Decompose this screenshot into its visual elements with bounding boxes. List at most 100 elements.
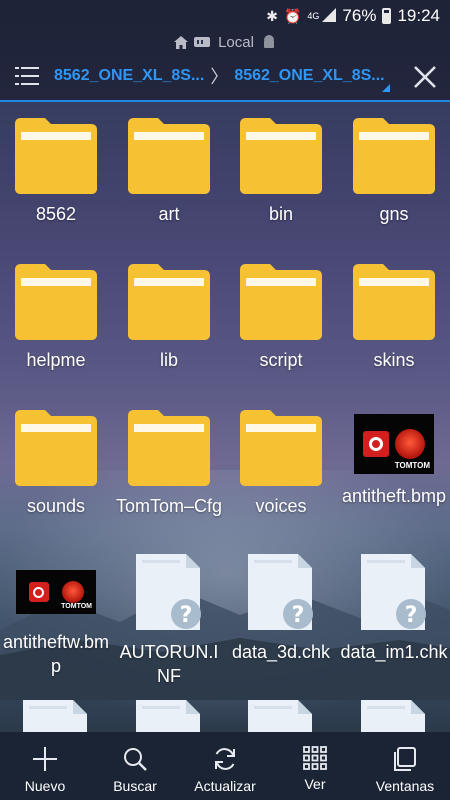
folder-item[interactable]: sounds bbox=[0, 396, 112, 542]
power-icon bbox=[363, 431, 389, 457]
folder-icon bbox=[15, 264, 97, 340]
file-item[interactable]: ? data_im1.chk bbox=[338, 542, 450, 688]
folder-icon bbox=[128, 264, 210, 340]
folder-icon bbox=[240, 118, 322, 194]
close-icon bbox=[414, 66, 436, 88]
file-item[interactable] bbox=[0, 688, 112, 732]
alarm-icon: ⏰ bbox=[283, 7, 302, 24]
folder-icon bbox=[240, 264, 322, 340]
network-type: 4G bbox=[307, 10, 320, 21]
local-storage-icon bbox=[194, 36, 211, 48]
file-name: bin bbox=[268, 204, 294, 224]
menu-button[interactable] bbox=[0, 51, 54, 101]
path-segment-current[interactable]: 8562_ONE_XL_8S... bbox=[234, 67, 388, 85]
file-item[interactable]: ? data_3d.chk bbox=[225, 542, 337, 688]
file-item[interactable] bbox=[225, 688, 337, 732]
file-name: antitheft.bmp bbox=[341, 486, 447, 506]
search-icon bbox=[124, 748, 147, 771]
windows-label: Ventanas bbox=[375, 778, 435, 794]
unknown-file-icon bbox=[136, 700, 200, 732]
hamburger-icon bbox=[15, 67, 39, 85]
tomtom-hand-icon bbox=[395, 429, 425, 459]
brand-text: TOMTOM bbox=[394, 461, 430, 470]
folder-icon bbox=[128, 118, 210, 194]
svg-text:?: ? bbox=[180, 603, 193, 628]
location-bar: Local bbox=[0, 32, 450, 52]
new-label: Nuevo bbox=[24, 778, 66, 794]
power-icon bbox=[28, 582, 49, 602]
unknown-file-icon: ? bbox=[248, 554, 313, 630]
folder-icon bbox=[15, 410, 97, 486]
refresh-icon bbox=[215, 748, 235, 770]
folder-icon bbox=[353, 264, 435, 340]
folder-icon bbox=[15, 118, 97, 194]
refresh-label: Actualizar bbox=[194, 778, 256, 794]
clock: 19:24 bbox=[397, 6, 440, 25]
svg-text:?: ? bbox=[292, 603, 305, 628]
folder-item[interactable]: script bbox=[225, 250, 337, 396]
unknown-file-icon bbox=[361, 700, 425, 732]
view-label: Ver bbox=[304, 776, 326, 792]
folder-icon bbox=[128, 410, 210, 486]
folder-icon bbox=[353, 118, 435, 194]
location-label[interactable]: Local bbox=[218, 34, 254, 51]
view-button[interactable]: Ver bbox=[270, 732, 360, 800]
bottom-toolbar: Nuevo Buscar Actualizar Ver Ventanas bbox=[0, 732, 450, 800]
image-file-item[interactable]: TOMTOM antitheft.bmp bbox=[338, 396, 450, 542]
file-item[interactable] bbox=[113, 688, 225, 732]
search-label: Buscar bbox=[113, 778, 157, 794]
unknown-file-icon bbox=[248, 700, 312, 732]
windows-icon bbox=[394, 747, 416, 771]
battery-icon bbox=[382, 8, 392, 24]
file-name: AUTORUN.INF bbox=[119, 642, 219, 686]
image-file-item[interactable]: TOMTOM antitheftw.bmp bbox=[0, 542, 112, 688]
refresh-button[interactable]: Actualizar bbox=[180, 732, 270, 800]
file-item[interactable]: ? AUTORUN.INF bbox=[113, 542, 225, 688]
folder-icon bbox=[240, 410, 322, 486]
bluetooth-icon: ✱ bbox=[266, 7, 278, 24]
file-name: lib bbox=[159, 350, 178, 370]
brand-text: TOMTOM bbox=[61, 603, 92, 610]
svg-text:?: ? bbox=[405, 603, 418, 628]
path-segment-parent[interactable]: 8562_ONE_XL_8S... bbox=[54, 67, 204, 85]
file-name: TomTom–Cfg bbox=[115, 496, 223, 516]
file-name: gns bbox=[379, 204, 409, 224]
folder-item[interactable]: voices bbox=[225, 396, 337, 542]
file-name: data_im1.chk bbox=[340, 642, 448, 662]
folder-item[interactable]: lib bbox=[113, 250, 225, 396]
file-name: antitheftw.bmp bbox=[2, 632, 110, 676]
folder-item[interactable]: 8562 bbox=[0, 104, 112, 250]
file-item[interactable] bbox=[338, 688, 450, 732]
windows-button[interactable]: Ventanas bbox=[360, 732, 450, 800]
file-name: data_3d.chk bbox=[231, 642, 331, 662]
folder-item[interactable]: skins bbox=[338, 250, 450, 396]
tomtom-hand-icon bbox=[61, 581, 84, 603]
close-button[interactable] bbox=[410, 62, 440, 92]
file-name: art bbox=[158, 204, 180, 224]
folder-item[interactable]: TomTom–Cfg bbox=[113, 396, 225, 542]
unknown-file-icon bbox=[23, 700, 87, 732]
new-button[interactable]: Nuevo bbox=[0, 732, 90, 800]
search-button[interactable]: Buscar bbox=[90, 732, 180, 800]
file-name: voices bbox=[255, 496, 307, 516]
plus-icon bbox=[33, 747, 57, 771]
chevron-right-icon: 〉 bbox=[210, 67, 229, 87]
bmp-thumbnail: TOMTOM bbox=[354, 414, 434, 474]
file-name: script bbox=[259, 350, 303, 370]
folder-item[interactable]: helpme bbox=[0, 250, 112, 396]
folder-item[interactable]: art bbox=[113, 104, 225, 250]
folder-item[interactable]: gns bbox=[338, 104, 450, 250]
battery-percent: 76% bbox=[342, 6, 377, 25]
file-grid: 8562 art bin gns helpme lib script skins… bbox=[0, 104, 450, 732]
status-bar: ✱ ⏰ 4G 76% 19:24 bbox=[0, 0, 450, 32]
signal-icon bbox=[322, 8, 337, 22]
file-name: helpme bbox=[26, 350, 86, 370]
dropdown-corner-icon[interactable] bbox=[382, 84, 390, 92]
grid-icon bbox=[303, 746, 327, 770]
path-bar: 8562_ONE_XL_8S... 〉 8562_ONE_XL_8S... bbox=[0, 52, 450, 102]
file-name: skins bbox=[373, 350, 415, 370]
home-icon[interactable] bbox=[174, 36, 189, 49]
folder-item[interactable]: bin bbox=[225, 104, 337, 250]
bmp-thumbnail: TOMTOM bbox=[16, 570, 96, 614]
android-icon[interactable] bbox=[262, 35, 276, 49]
